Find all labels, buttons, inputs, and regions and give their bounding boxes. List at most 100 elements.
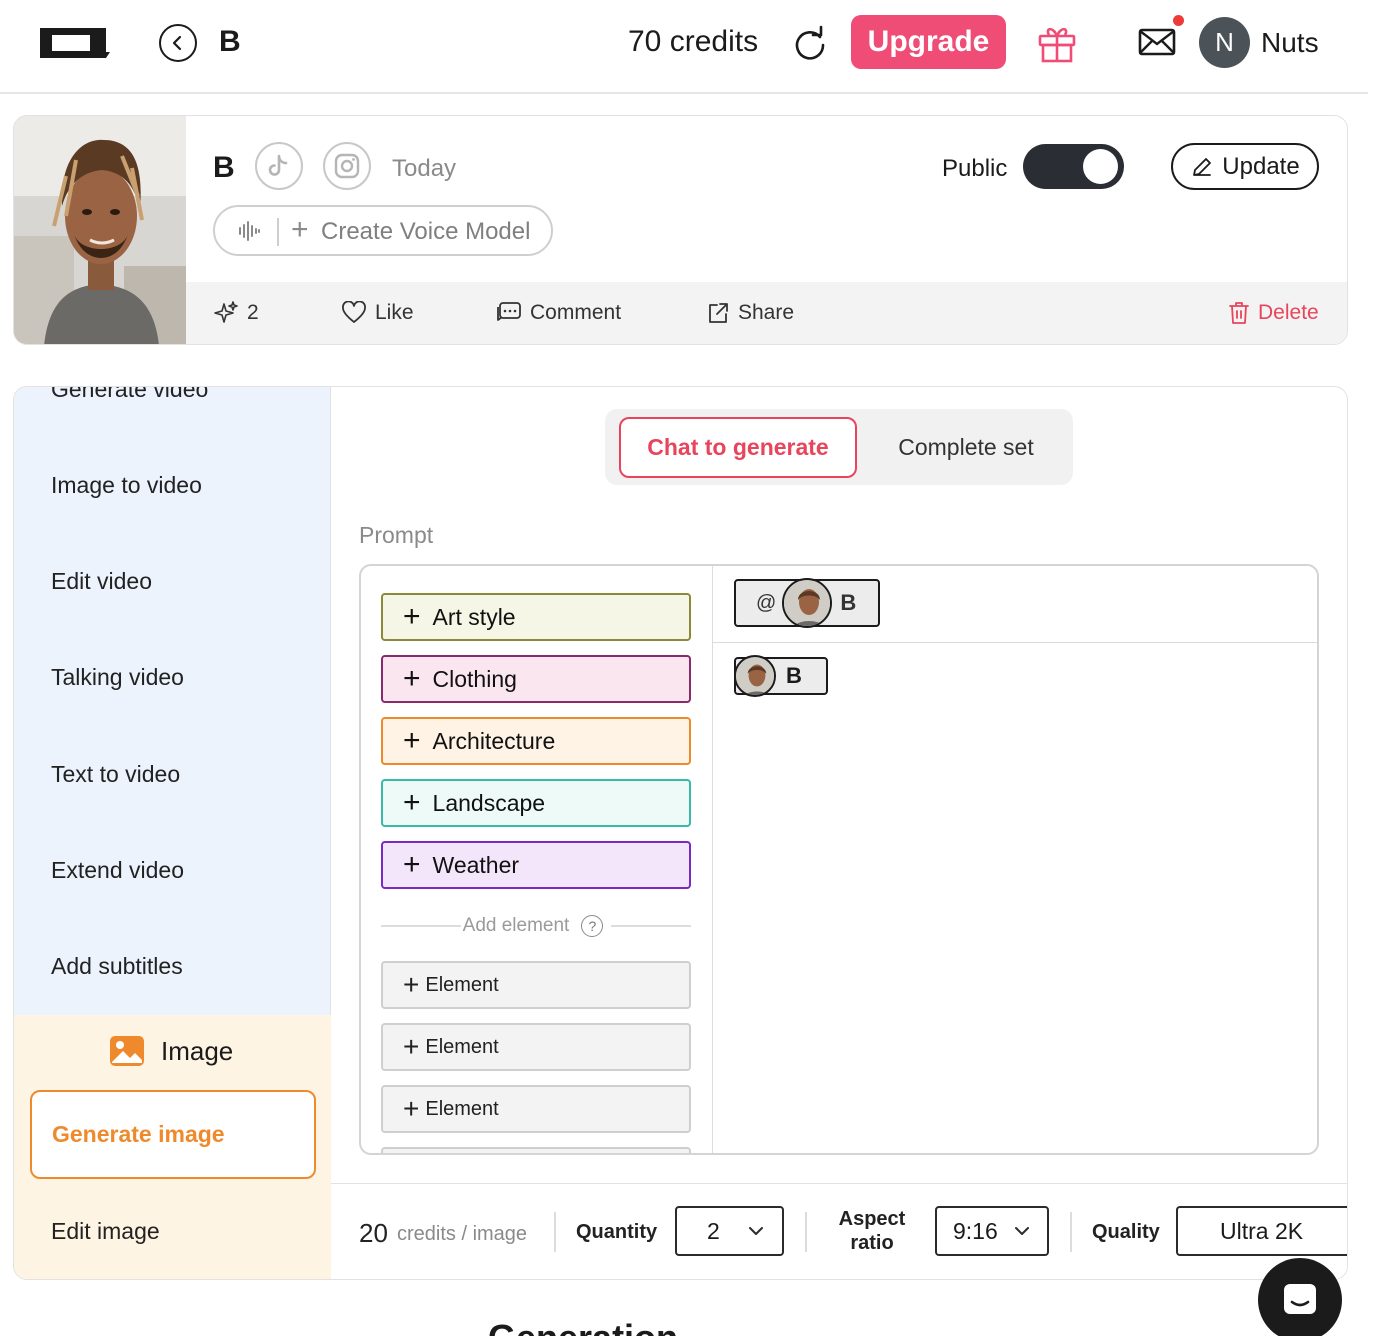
- comment-button[interactable]: Comment: [496, 298, 621, 328]
- model-card: B Today + Create Voice Model Public Upda…: [13, 115, 1348, 345]
- tiktok-button[interactable]: [255, 142, 303, 190]
- refresh-icon[interactable]: [792, 25, 828, 61]
- quality-select[interactable]: Ultra 2K: [1176, 1206, 1347, 1256]
- sidebar-item-talking-video[interactable]: Talking video: [51, 663, 184, 691]
- cost-unit: credits / image: [397, 1223, 528, 1245]
- element-slot-label: Element: [425, 973, 499, 996]
- support-chat-button[interactable]: [1258, 1258, 1342, 1336]
- sidebar-item-extend-video[interactable]: Extend video: [51, 856, 184, 884]
- comment-icon: [497, 302, 521, 321]
- help-icon[interactable]: ?: [581, 915, 604, 937]
- waveform-icon: [239, 221, 260, 241]
- share-icon: [709, 303, 728, 323]
- mail-icon[interactable]: [1138, 24, 1178, 60]
- create-voice-model-button[interactable]: + Create Voice Model: [213, 205, 553, 256]
- chip-label: Weather: [432, 851, 520, 878]
- avatar[interactable]: N: [1199, 17, 1250, 68]
- tab-complete-set[interactable]: Complete set: [873, 417, 1059, 478]
- generation-panel: Generate video Image to video Edit video…: [13, 386, 1348, 1280]
- username[interactable]: Nuts: [1261, 26, 1319, 60]
- update-label: Update: [1222, 152, 1300, 180]
- plus-icon: +: [403, 724, 421, 757]
- sidebar-item-text-to-video[interactable]: Text to video: [51, 760, 180, 788]
- model-photo[interactable]: [14, 116, 186, 344]
- like-label: Like: [375, 301, 414, 324]
- sidebar-item-add-subtitles[interactable]: Add subtitles: [51, 952, 183, 980]
- tag-name: B: [786, 663, 802, 688]
- gift-icon[interactable]: [1036, 22, 1078, 64]
- divider: [1070, 1212, 1072, 1252]
- chip-label: Landscape: [432, 789, 546, 816]
- delete-label: Delete: [1258, 301, 1319, 324]
- element-palette: + Art style + Clothing + Architecture + Land…: [361, 566, 713, 1153]
- aspect-ratio-label: Aspect ratio: [831, 1207, 913, 1255]
- aspect-ratio-value: 9:16: [953, 1217, 998, 1244]
- like-button[interactable]: Like: [341, 298, 414, 328]
- category-chip-weather[interactable]: + Weather: [381, 841, 691, 889]
- generation-settings-bar: 20 credits / image Quantity 2 Aspect rat…: [331, 1183, 1347, 1279]
- quality-value: Ultra 2K: [1220, 1217, 1304, 1244]
- mention-chip[interactable]: @ B: [734, 578, 880, 628]
- sidebar-item-edit-image[interactable]: Edit image: [51, 1217, 160, 1245]
- upgrade-button[interactable]: Upgrade: [851, 15, 1006, 69]
- back-button[interactable]: [159, 24, 197, 62]
- notification-dot: [1173, 15, 1184, 26]
- sidebar-item-image-to-video[interactable]: Image to video: [51, 471, 202, 499]
- pencil-icon: [1193, 157, 1212, 176]
- tab-chat-to-generate[interactable]: Chat to generate: [619, 417, 857, 478]
- cost-value: 20: [359, 1218, 388, 1248]
- divider: [554, 1212, 556, 1252]
- prompt-label: Prompt: [359, 522, 434, 548]
- sidebar-item-generate-image[interactable]: Generate image: [30, 1090, 316, 1179]
- mention-bar: @ B: [713, 566, 1317, 643]
- mode-tabs: Chat to generate Complete set: [605, 409, 1073, 485]
- prompt-text-area[interactable]: @ B B: [713, 566, 1317, 1153]
- at-symbol: @: [756, 591, 777, 614]
- chevron-down-icon: [748, 1227, 763, 1235]
- reference-tag[interactable]: B: [734, 655, 828, 697]
- element-slot[interactable]: + Element: [381, 1085, 691, 1133]
- avatar: [782, 578, 833, 628]
- public-toggle[interactable]: [1023, 144, 1124, 189]
- visibility-label: Public: [942, 155, 1008, 182]
- back-icon: [172, 35, 182, 51]
- aspect-ratio-select[interactable]: 9:16: [935, 1206, 1049, 1256]
- comment-label: Comment: [530, 301, 622, 324]
- image-section-title: Image: [161, 1035, 234, 1066]
- delete-button[interactable]: Delete: [1228, 298, 1319, 328]
- add-element-label: Add element: [462, 915, 570, 936]
- prompt-editor: + Art style + Clothing + Architecture + Land…: [359, 564, 1319, 1155]
- quantity-select[interactable]: 2: [675, 1206, 784, 1256]
- credits-balance: 70 credits: [628, 25, 759, 58]
- sidebar-item-edit-video[interactable]: Edit video: [51, 567, 152, 595]
- plus-icon: +: [403, 600, 421, 633]
- page-title: B: [219, 25, 241, 58]
- instagram-button[interactable]: [323, 142, 371, 190]
- divider: [805, 1212, 807, 1252]
- voice-button-label: Create Voice Model: [321, 218, 531, 245]
- top-bar: B 70 credits Upgrade N Nuts: [0, 0, 1368, 94]
- category-chip-art-style[interactable]: + Art style: [381, 593, 691, 641]
- plus-icon: +: [403, 848, 421, 881]
- trash-icon: [1229, 302, 1249, 324]
- chevron-down-icon: [1014, 1227, 1029, 1235]
- aspect-label-line2: ratio: [850, 1232, 894, 1254]
- quantity-value: 2: [707, 1217, 720, 1244]
- category-chip-clothing[interactable]: + Clothing: [381, 655, 691, 703]
- generations-count[interactable]: 2: [213, 298, 259, 328]
- image-section-header: Image: [109, 1035, 233, 1067]
- element-slot[interactable]: [381, 1147, 691, 1153]
- element-slot[interactable]: + Element: [381, 1023, 691, 1071]
- logo-icon[interactable]: [40, 28, 110, 58]
- update-button[interactable]: Update: [1171, 143, 1319, 190]
- sidebar-item-generate-video[interactable]: Generate video: [51, 387, 208, 403]
- share-button[interactable]: Share: [706, 298, 794, 328]
- model-name: B: [213, 151, 235, 184]
- element-slot[interactable]: + Element: [381, 961, 691, 1009]
- divider-line: [381, 925, 461, 927]
- category-chip-landscape[interactable]: + Landscape: [381, 779, 691, 827]
- category-chip-architecture[interactable]: + Architecture: [381, 717, 691, 765]
- plus-icon: +: [403, 969, 420, 1000]
- heart-icon: [342, 301, 366, 323]
- sparkle-icon: [214, 301, 238, 323]
